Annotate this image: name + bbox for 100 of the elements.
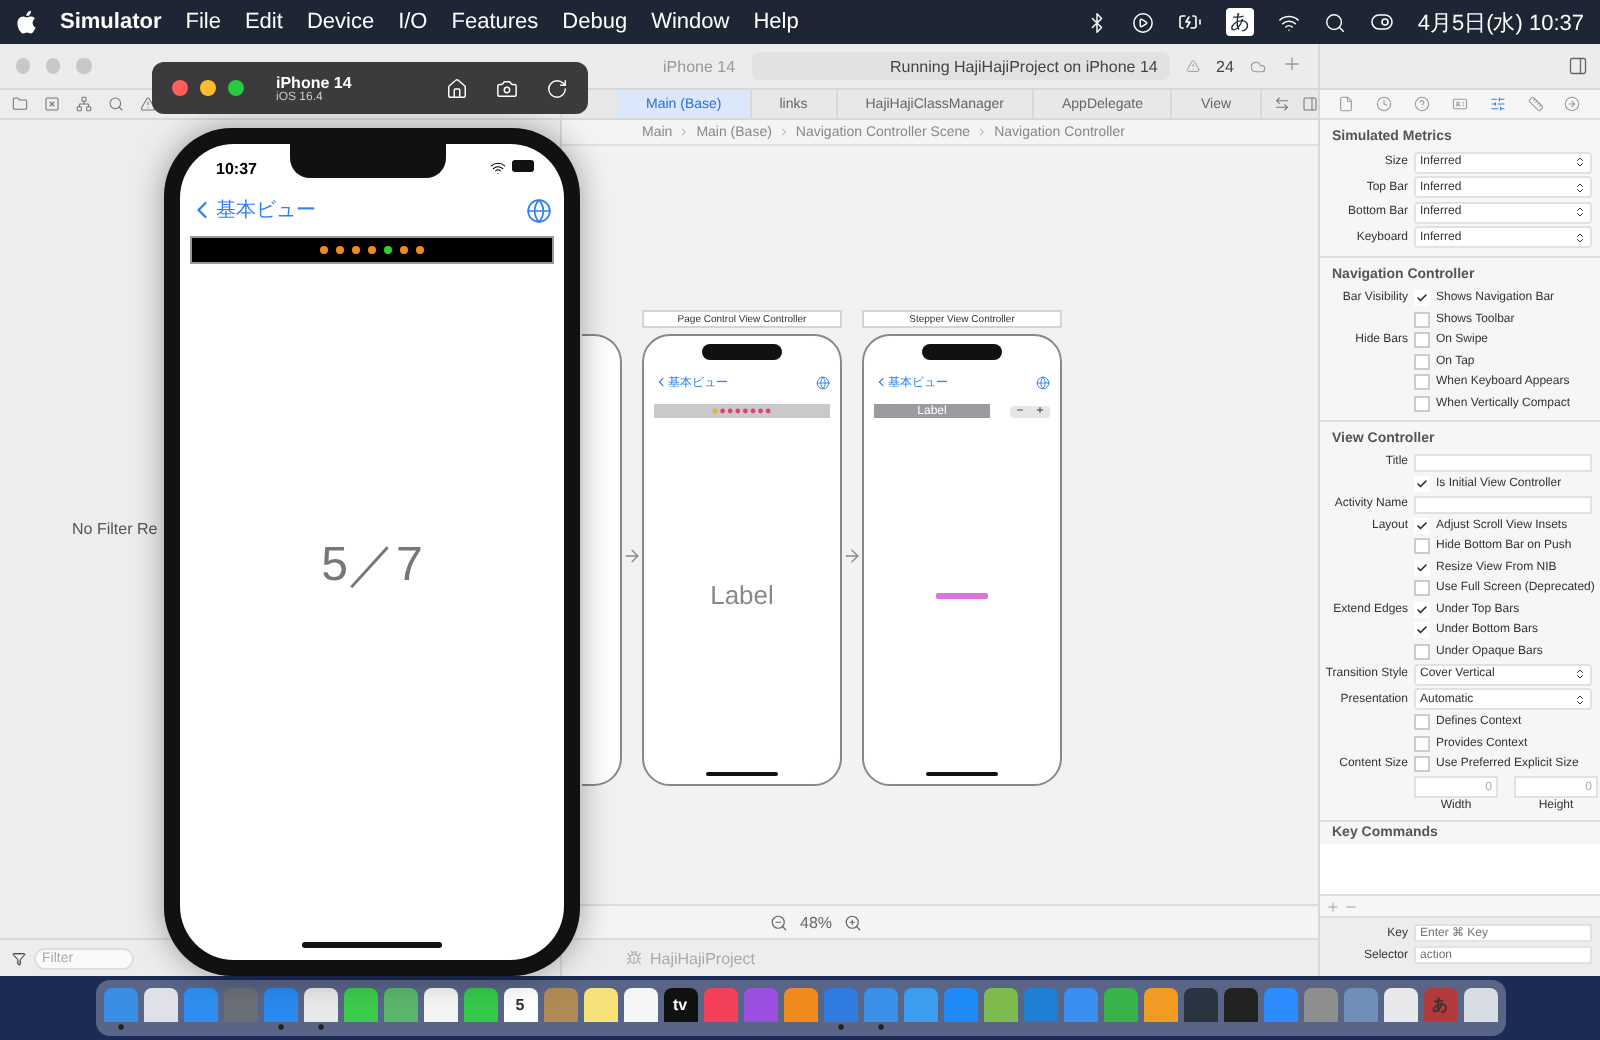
zoom-in-icon[interactable]: [844, 913, 863, 931]
globe-icon: [816, 375, 830, 389]
home-indicator: [706, 772, 778, 776]
close-button[interactable]: [172, 80, 188, 96]
menu-item[interactable]: File: [185, 10, 221, 34]
activity-status: Running HajiHajiProject on iPhone 14: [751, 52, 1170, 80]
zoom-button[interactable]: [228, 80, 244, 96]
control-center-icon[interactable]: [1369, 10, 1394, 34]
home-indicator: [302, 942, 442, 948]
globe-icon: [1036, 375, 1050, 389]
checkbox[interactable]: [1414, 643, 1430, 659]
status-time: 10:37: [216, 159, 257, 177]
empty-message: No Filter Re: [72, 520, 158, 538]
input-method-indicator[interactable]: あ: [1225, 8, 1254, 36]
dynamic-island: [922, 344, 1002, 360]
checkbox[interactable]: [1414, 475, 1430, 491]
menu-item[interactable]: Debug: [562, 10, 628, 34]
panel-icon[interactable]: [1301, 96, 1318, 112]
page-dot[interactable]: [336, 246, 344, 254]
checkbox[interactable]: [1414, 311, 1430, 327]
file-icon[interactable]: [1338, 96, 1355, 112]
globe-icon[interactable]: [526, 197, 552, 223]
apple-logo-icon[interactable]: [16, 10, 36, 34]
dynamic-island: [702, 344, 782, 360]
checkbox[interactable]: [1414, 374, 1430, 390]
text-field[interactable]: [1414, 453, 1592, 471]
menu-item[interactable]: Window: [651, 10, 730, 34]
home-icon[interactable]: [446, 77, 468, 99]
page-dot[interactable]: [416, 246, 424, 254]
page-dot[interactable]: [400, 246, 408, 254]
home-indicator: [926, 772, 998, 776]
page-dot[interactable]: [352, 246, 360, 254]
zoom-level: 48%: [800, 913, 833, 931]
chevron-icon: [976, 126, 989, 138]
folder-icon[interactable]: [12, 96, 28, 112]
bug-icon: [626, 950, 642, 966]
swap-icon[interactable]: [1273, 96, 1290, 112]
x-square-icon[interactable]: [44, 96, 60, 112]
back-button[interactable]: 基本ビュー: [188, 196, 316, 224]
checkbox[interactable]: [1414, 538, 1430, 554]
page-dot[interactable]: [384, 246, 392, 254]
id-card-icon[interactable]: [1451, 96, 1468, 112]
sliders-icon[interactable]: [1489, 96, 1506, 112]
wifi-icon[interactable]: [1277, 11, 1300, 33]
page-control[interactable]: [190, 236, 554, 264]
label-text: Label: [710, 580, 774, 610]
page-dots-drawing: [712, 408, 772, 414]
chevron-icon: [777, 126, 790, 138]
debug-target: HajiHajiProject: [650, 949, 755, 967]
rotate-icon[interactable]: [546, 77, 568, 99]
text-field[interactable]: [1414, 495, 1592, 513]
panel-icon[interactable]: [1568, 56, 1588, 76]
checkbox[interactable]: [1414, 353, 1430, 369]
camera-icon[interactable]: [496, 77, 518, 99]
warning-icon[interactable]: [140, 96, 156, 112]
battery-icon: [512, 160, 536, 172]
help-icon[interactable]: [1414, 96, 1431, 112]
page-dot[interactable]: [320, 246, 328, 254]
menu-item[interactable]: I/O: [398, 10, 428, 34]
warning-count: 24: [1216, 57, 1234, 75]
checkbox[interactable]: [1414, 517, 1430, 533]
app-icon[interactable]: [303, 987, 337, 1029]
page-counter: 5／7: [321, 535, 423, 595]
menu-clock[interactable]: 4月5日(水) 10:37: [1417, 7, 1584, 37]
app-menu[interactable]: Simulator: [60, 10, 162, 34]
menu-item[interactable]: Features: [451, 10, 539, 34]
add-icon[interactable]: [1282, 54, 1302, 74]
minimize-button[interactable]: [200, 80, 216, 96]
filter-icon: [12, 951, 26, 965]
hierarchy-icon[interactable]: [76, 96, 92, 112]
add-icon[interactable]: [1326, 899, 1340, 913]
checkbox[interactable]: [1414, 735, 1430, 751]
search-icon[interactable]: [1323, 11, 1346, 33]
warning-icon: [1185, 58, 1201, 74]
segue-arrow-icon: [842, 546, 862, 566]
label-drawing: [936, 591, 988, 599]
cloud-icon[interactable]: [1249, 57, 1266, 75]
menu-item[interactable]: Help: [753, 10, 799, 34]
menu-item[interactable]: Device: [306, 10, 375, 34]
menu-item[interactable]: Edit: [244, 10, 283, 34]
clock-icon[interactable]: [1376, 96, 1393, 112]
wifi-icon: [490, 160, 506, 176]
play-circle-icon[interactable]: [1131, 11, 1154, 33]
checkbox[interactable]: [1414, 622, 1430, 638]
checkbox[interactable]: [1414, 332, 1430, 348]
segue-arrow-icon: [622, 546, 642, 566]
arrow-circle-icon[interactable]: [1564, 96, 1581, 112]
checkbox[interactable]: [1414, 290, 1430, 306]
checkbox[interactable]: [1414, 714, 1430, 730]
checkbox[interactable]: [1414, 580, 1430, 596]
battery-icon[interactable]: [1177, 10, 1202, 34]
checkbox[interactable]: [1414, 559, 1430, 575]
ruler-icon[interactable]: [1527, 96, 1544, 112]
checkbox[interactable]: [1414, 601, 1430, 617]
zoom-out-icon[interactable]: [770, 913, 788, 931]
page-dot[interactable]: [368, 246, 376, 254]
window-title: iPhone 14: [276, 73, 352, 91]
checkbox[interactable]: [1414, 395, 1430, 411]
checkbox[interactable]: [1414, 756, 1430, 772]
chevron-icon: [678, 126, 691, 138]
